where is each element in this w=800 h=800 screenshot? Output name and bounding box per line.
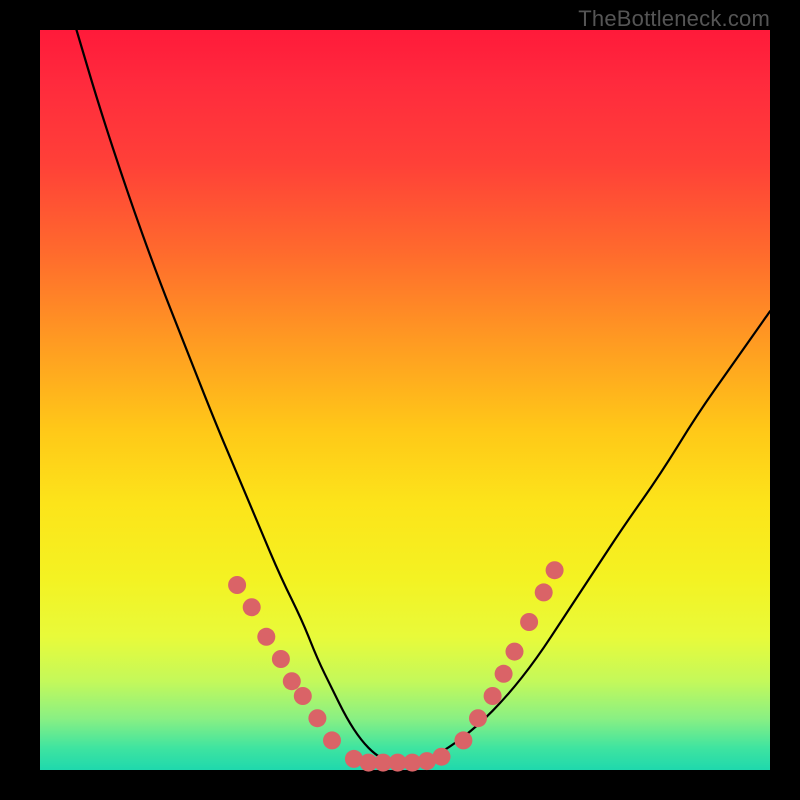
curve-svg (40, 30, 770, 770)
data-point-right-arm-3 (484, 687, 502, 705)
data-points-group (228, 561, 563, 771)
data-point-left-arm-6 (294, 687, 312, 705)
data-point-right-arm-6 (520, 613, 538, 631)
data-point-left-arm-1 (228, 576, 246, 594)
data-point-left-arm-5 (283, 672, 301, 690)
data-point-left-arm-2 (243, 598, 261, 616)
watermark-text: TheBottleneck.com (578, 6, 770, 32)
data-point-right-arm-5 (506, 643, 524, 661)
data-point-right-arm-1 (454, 731, 472, 749)
plot-area (40, 30, 770, 770)
data-point-left-arm-4 (272, 650, 290, 668)
data-point-right-arm-8 (546, 561, 564, 579)
data-point-left-arm-8 (323, 731, 341, 749)
data-point-left-arm-7 (308, 709, 326, 727)
data-point-trough-7 (433, 748, 451, 766)
data-point-right-arm-7 (535, 583, 553, 601)
data-point-right-arm-4 (495, 665, 513, 683)
data-point-right-arm-2 (469, 709, 487, 727)
chart-frame: TheBottleneck.com (0, 0, 800, 800)
data-point-left-arm-3 (257, 628, 275, 646)
bottleneck-curve (77, 30, 771, 763)
